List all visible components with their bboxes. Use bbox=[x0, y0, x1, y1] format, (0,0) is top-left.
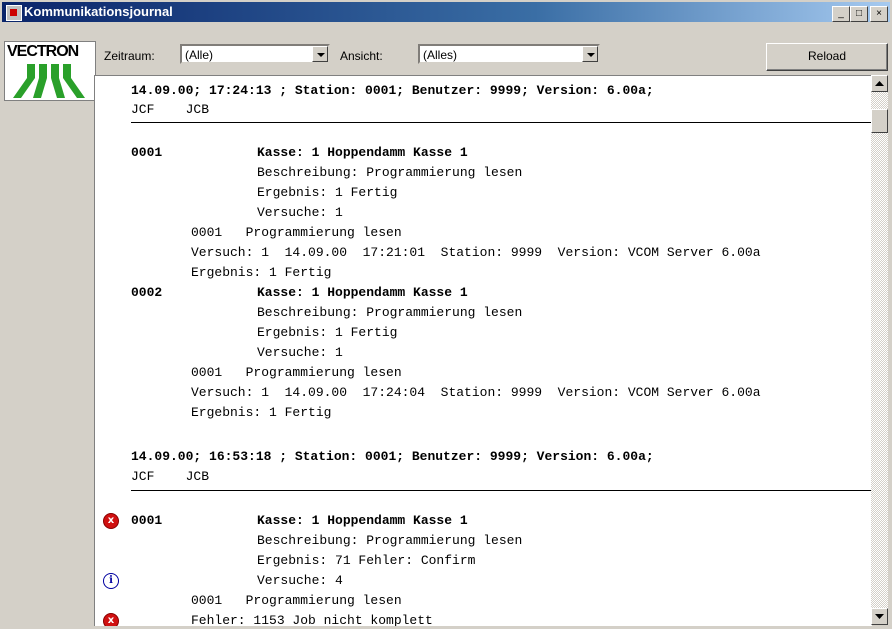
ansicht-value: (Alles) bbox=[423, 48, 458, 62]
versuch-line: Versuch: 1 14.09.00 17:21:01 Station: 99… bbox=[191, 245, 761, 260]
arrow-down-icon bbox=[875, 614, 884, 619]
error-icon: x bbox=[103, 513, 119, 529]
scroll-thumb[interactable] bbox=[871, 109, 888, 133]
journal-content[interactable]: 14.09.00; 17:24:13 ; Station: 0001; Benu… bbox=[94, 75, 872, 626]
versuch-line: Versuch: 1 14.09.00 17:24:04 Station: 99… bbox=[191, 385, 761, 400]
zeitraum-dropdown[interactable]: (Alle) bbox=[180, 44, 330, 64]
entry-beschreibung: Beschreibung: Programmierung lesen bbox=[257, 533, 523, 548]
fehler-line: Fehler: 1153 Job nicht komplett bbox=[191, 613, 433, 626]
job-ergebnis: Ergebnis: 1 Fertig bbox=[191, 265, 332, 280]
app-icon[interactable] bbox=[6, 5, 22, 21]
title-bar[interactable]: Kommunikationsjournal _ □ × bbox=[2, 2, 890, 22]
job-line: 0001 Programmierung lesen bbox=[191, 225, 402, 240]
minimize-button[interactable]: _ bbox=[832, 6, 850, 22]
zeitraum-value: (Alle) bbox=[185, 48, 214, 62]
ansicht-dropdown[interactable]: (Alles) bbox=[418, 44, 600, 64]
arrow-up-icon bbox=[875, 81, 884, 86]
entry-versuche: Versuche: 1 bbox=[257, 205, 343, 220]
column-headers: JCF JCB bbox=[131, 102, 210, 117]
job-line: 0001 Programmierung lesen bbox=[191, 365, 402, 380]
job-ergebnis: Ergebnis: 1 Fertig bbox=[191, 405, 332, 420]
entry-id: 0001 bbox=[131, 145, 163, 160]
entry-versuche: Versuche: 1 bbox=[257, 345, 343, 360]
window-title: Kommunikationsjournal bbox=[24, 4, 173, 19]
scroll-down-button[interactable] bbox=[871, 608, 888, 625]
entry-ergebnis: Ergebnis: 71 Fehler: Confirm bbox=[257, 553, 476, 568]
zeitraum-label: Zeitraum: bbox=[104, 49, 155, 63]
entry-id: 0001 bbox=[131, 513, 163, 528]
chevron-down-icon[interactable] bbox=[312, 46, 328, 62]
chevron-down-icon[interactable] bbox=[582, 46, 598, 62]
scroll-up-button[interactable] bbox=[871, 75, 888, 92]
reload-button[interactable]: Reload bbox=[766, 43, 888, 71]
divider bbox=[131, 122, 872, 123]
vectron-logo: VECTRON bbox=[4, 41, 96, 101]
entry-kasse: Kasse: 1 Hoppendamm Kasse 1 bbox=[257, 285, 468, 300]
divider bbox=[131, 490, 872, 491]
job-line: 0001 Programmierung lesen bbox=[191, 593, 402, 608]
close-button[interactable]: × bbox=[870, 6, 888, 22]
logo-graphic-icon bbox=[13, 64, 85, 98]
communication-journal-window: Kommunikationsjournal _ □ × VECTRON Zeit… bbox=[0, 0, 892, 626]
logo-text: VECTRON bbox=[7, 43, 79, 60]
entry-ergebnis: Ergebnis: 1 Fertig bbox=[257, 325, 398, 340]
entry-ergebnis: Ergebnis: 1 Fertig bbox=[257, 185, 398, 200]
column-headers: JCF JCB bbox=[131, 469, 210, 484]
entry-kasse: Kasse: 1 Hoppendamm Kasse 1 bbox=[257, 145, 468, 160]
entry-kasse: Kasse: 1 Hoppendamm Kasse 1 bbox=[257, 513, 468, 528]
vertical-scrollbar[interactable] bbox=[871, 75, 888, 625]
error-icon: x bbox=[103, 613, 119, 626]
maximize-button[interactable]: □ bbox=[850, 6, 868, 22]
entry-beschreibung: Beschreibung: Programmierung lesen bbox=[257, 165, 523, 180]
entry-beschreibung: Beschreibung: Programmierung lesen bbox=[257, 305, 523, 320]
entry-id: 0002 bbox=[131, 285, 163, 300]
journal-header: 14.09.00; 16:53:18 ; Station: 0001; Benu… bbox=[131, 449, 654, 464]
ansicht-label: Ansicht: bbox=[340, 49, 383, 63]
journal-header: 14.09.00; 17:24:13 ; Station: 0001; Benu… bbox=[131, 83, 654, 98]
info-icon: i bbox=[103, 573, 119, 589]
entry-versuche: Versuche: 4 bbox=[257, 573, 343, 588]
